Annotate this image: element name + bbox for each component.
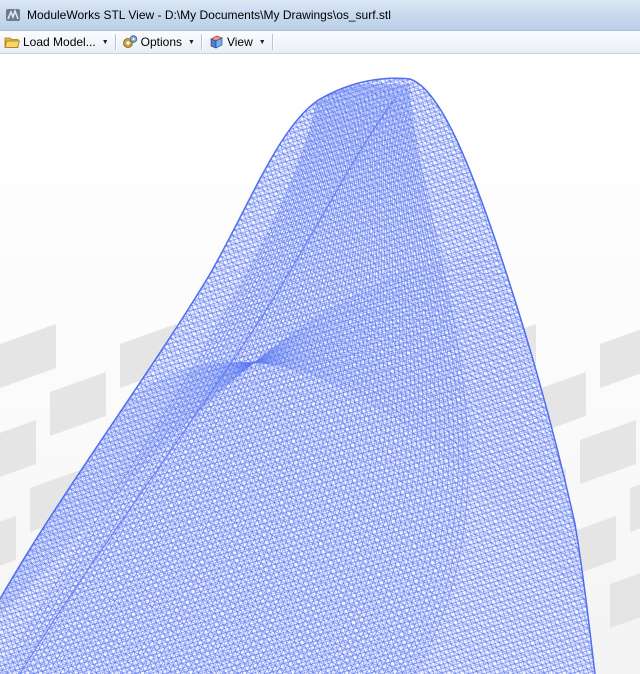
floor-tile bbox=[630, 484, 640, 532]
floor-tile bbox=[0, 516, 16, 566]
window-title: ModuleWorks STL View - D:\My Documents\M… bbox=[27, 8, 391, 22]
dropdown-arrow-icon[interactable]: ▼ bbox=[259, 39, 266, 46]
toolbar-separator bbox=[114, 34, 116, 50]
toolbar: Load Model... ▼ Options ▼ View ▼ bbox=[0, 31, 640, 54]
load-model-button[interactable]: Load Model... ▼ bbox=[0, 32, 113, 52]
floor-tile bbox=[0, 324, 56, 388]
folder-open-icon bbox=[4, 37, 20, 48]
dropdown-arrow-icon[interactable]: ▼ bbox=[188, 39, 195, 46]
load-model-label: Load Model... bbox=[23, 35, 96, 49]
viewport-canvas[interactable] bbox=[0, 54, 640, 674]
stl-wireframe-mesh bbox=[0, 78, 595, 674]
moduleworks-app-icon bbox=[6, 8, 20, 21]
floor-tile bbox=[50, 372, 106, 436]
view-label: View bbox=[226, 35, 253, 49]
view-button[interactable]: View ▼ bbox=[204, 32, 270, 52]
floor-tile bbox=[600, 329, 640, 388]
floor-tile bbox=[580, 420, 636, 484]
view-cube-icon bbox=[210, 35, 223, 49]
title-bar[interactable]: ModuleWorks STL View - D:\My Documents\M… bbox=[0, 0, 640, 31]
floor-tile bbox=[610, 573, 640, 628]
dropdown-arrow-icon[interactable]: ▼ bbox=[102, 39, 109, 46]
options-button[interactable]: Options ▼ bbox=[118, 32, 199, 52]
toolbar-separator bbox=[200, 34, 202, 50]
options-gears-icon bbox=[122, 35, 137, 48]
stl-viewport[interactable] bbox=[0, 54, 640, 674]
floor-tile bbox=[0, 420, 36, 477]
toolbar-separator bbox=[271, 34, 273, 50]
options-label: Options bbox=[140, 35, 183, 49]
